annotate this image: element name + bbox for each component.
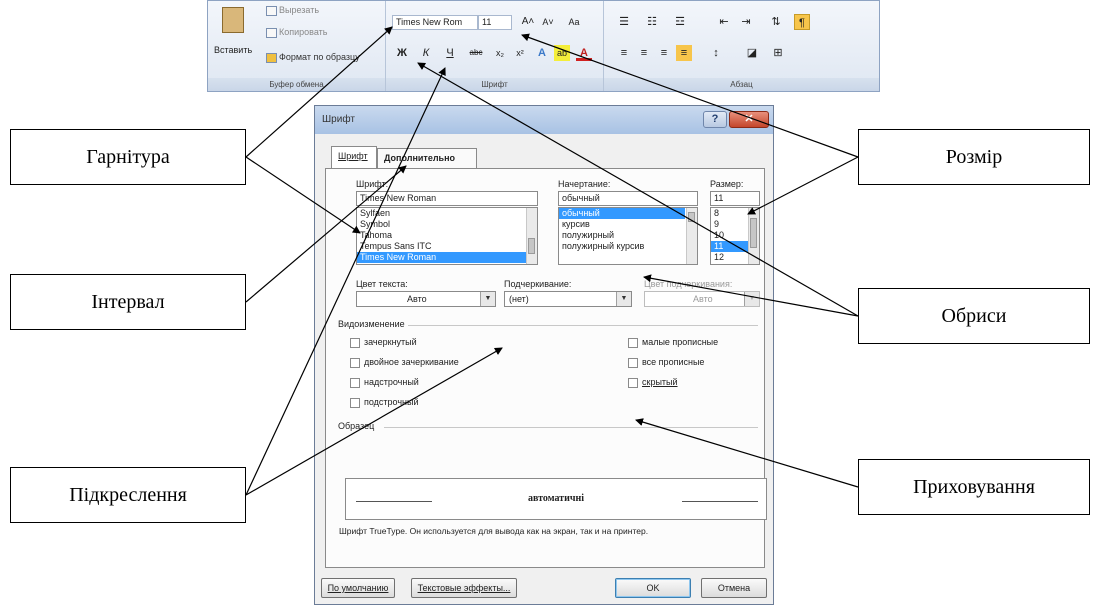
callout-hiding: Приховування — [858, 459, 1090, 515]
arrow-spacing — [245, 165, 407, 303]
arrow-size-ribbon — [521, 33, 859, 158]
arrow-size-dialog — [747, 156, 859, 215]
arrow-underline-ribbon — [245, 67, 446, 496]
callout-spacing: Інтервал — [10, 274, 246, 330]
arrow-hiding — [635, 418, 859, 488]
arrow-typeface-dialog — [245, 156, 361, 234]
arrow-outlines-dialog — [643, 274, 859, 317]
arrow-typeface-ribbon — [245, 26, 393, 158]
callout-underline: Підкреслення — [10, 467, 246, 523]
callout-typeface: Гарнітура — [10, 129, 246, 185]
arrow-underline-dialog — [245, 347, 503, 496]
callout-size: Розмір — [858, 129, 1090, 185]
arrow-outlines-ribbon — [417, 62, 859, 317]
callout-outlines: Обриси — [858, 288, 1090, 344]
